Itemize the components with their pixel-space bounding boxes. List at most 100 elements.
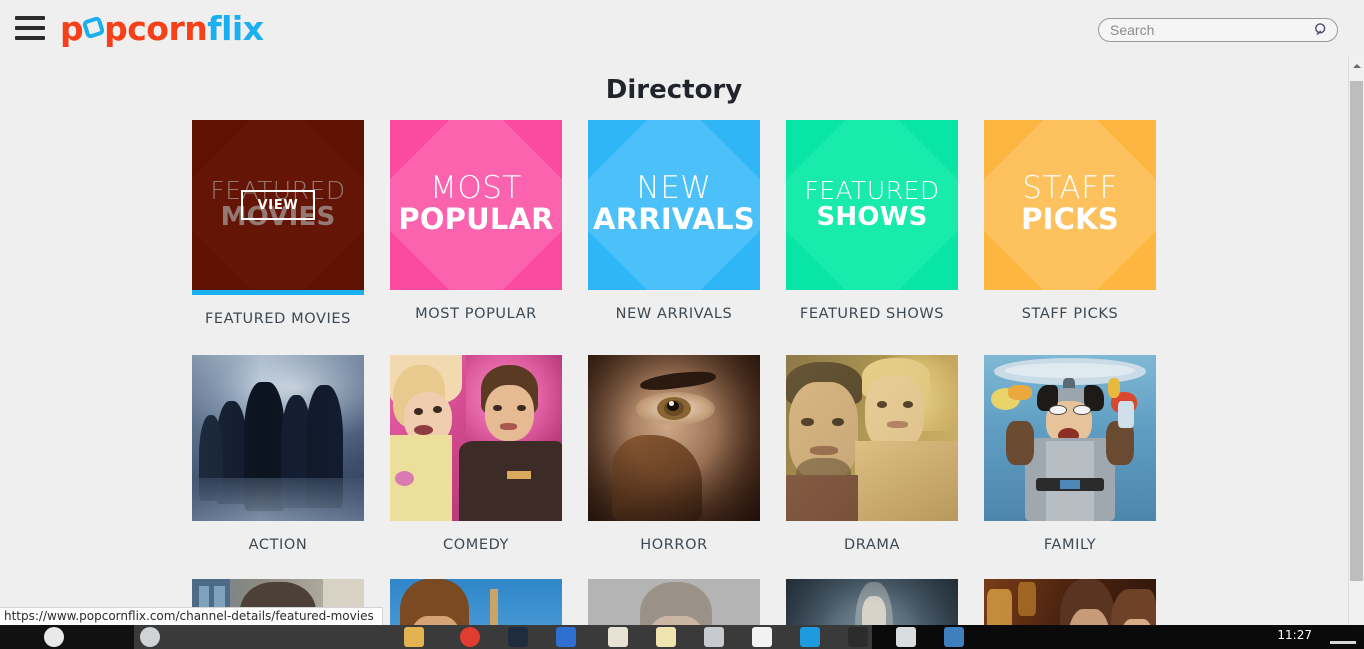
taskbar-app-icon-3[interactable] (355, 627, 375, 647)
channel-card-art: FEATURED SHOWS (786, 120, 958, 290)
genre-artwork-partial-5 (984, 579, 1156, 625)
genre-thumb-partial-2[interactable] (390, 579, 562, 625)
genre-thumb-drama[interactable] (786, 355, 958, 521)
genre-artwork-action (192, 355, 364, 521)
genre-cell-drama[interactable]: DRAMA (773, 355, 971, 553)
genre-thumb-horror[interactable] (588, 355, 760, 521)
channel-cell-featured-movies[interactable]: FEATURED MOVIES VIEW FEATURED MOVIES (179, 120, 377, 327)
genre-cell-partial-5[interactable] (971, 579, 1169, 625)
genre-cell-action[interactable]: ACTION (179, 355, 377, 553)
genre-label[interactable]: ACTION (249, 537, 308, 553)
channel-card-text: MOST POPULAR (390, 173, 562, 234)
taskbar-app-icon-9[interactable] (656, 627, 676, 647)
scroll-up-arrow-icon[interactable] (1349, 57, 1364, 74)
os-taskbar[interactable]: 11:27 (0, 625, 1364, 649)
channel-label[interactable]: FEATURED SHOWS (800, 306, 944, 322)
card-line1: NEW (636, 170, 712, 207)
genre-thumb-partial-3[interactable] (588, 579, 760, 625)
card-line2: PICKS (1021, 201, 1119, 236)
genre-artwork-partial-3 (588, 579, 760, 625)
channel-cell-most-popular[interactable]: MOST POPULAR VIEW MOST POPULAR (377, 120, 575, 327)
channel-label[interactable]: STAFF PICKS (1022, 306, 1119, 322)
card-line2: POPULAR (398, 201, 554, 236)
channel-cell-staff-picks[interactable]: STAFF PICKS VIEW STAFF PICKS (971, 120, 1169, 327)
show-desktop-button[interactable] (1330, 641, 1356, 644)
genre-label[interactable]: HORROR (640, 537, 708, 553)
taskbar-app-icon-14[interactable] (896, 627, 916, 647)
genre-label[interactable]: DRAMA (844, 537, 900, 553)
genre-thumb-partial-5[interactable] (984, 579, 1156, 625)
genre-thumb-action[interactable] (192, 355, 364, 521)
genre-label[interactable]: FAMILY (1044, 537, 1096, 553)
genre-thumb-family[interactable] (984, 355, 1156, 521)
channel-card-text: STAFF PICKS (984, 173, 1156, 234)
channel-card-art: MOST POPULAR (390, 120, 562, 290)
page-content: Directory FEATURED MOVIES VIEW FEATURED … (0, 57, 1348, 625)
taskbar-app-icon-13[interactable] (848, 627, 868, 647)
channel-card-art: NEW ARRIVALS (588, 120, 760, 290)
card-line2: SHOWS (816, 201, 928, 232)
taskbar-app-icon-15[interactable] (944, 627, 964, 647)
card-line1: FEATURED (804, 175, 940, 205)
search-icon[interactable] (1313, 22, 1330, 39)
genre-artwork-horror (588, 355, 760, 521)
status-bar-url: https://www.popcornflix.com/channel-deta… (0, 607, 383, 625)
channel-grid: FEATURED MOVIES VIEW FEATURED MOVIES MOS… (179, 120, 1169, 345)
browser-page-header: p pcornflix (0, 0, 1364, 57)
channel-label[interactable]: MOST POPULAR (415, 306, 537, 322)
hover-underline (192, 290, 364, 295)
genre-cell-comedy[interactable]: COMEDY (377, 355, 575, 553)
search-box[interactable] (1098, 18, 1338, 42)
hamburger-bar (15, 26, 45, 30)
logo-text-part3: flix (207, 9, 264, 48)
genre-artwork-partial-4 (786, 579, 958, 625)
genre-cell-partial-2[interactable] (377, 579, 575, 625)
taskbar-app-icon-11[interactable] (752, 627, 772, 647)
taskbar-app-icon-10[interactable] (704, 627, 724, 647)
hamburger-menu-icon[interactable] (15, 16, 45, 40)
genre-cell-horror[interactable]: HORROR (575, 355, 773, 553)
channel-label[interactable]: FEATURED MOVIES (205, 311, 351, 327)
genre-artwork-comedy (390, 355, 562, 521)
channel-thumb-staff-picks[interactable]: STAFF PICKS VIEW (984, 120, 1156, 290)
card-line1: STAFF (1022, 170, 1118, 207)
page-title: Directory (605, 75, 743, 105)
channel-card-text: NEW ARRIVALS (588, 173, 760, 234)
channel-cell-new-arrivals[interactable]: NEW ARRIVALS VIEW NEW ARRIVALS (575, 120, 773, 327)
taskbar-app-icon-5[interactable] (460, 627, 480, 647)
genre-cell-partial-3[interactable] (575, 579, 773, 625)
channel-thumb-most-popular[interactable]: MOST POPULAR VIEW (390, 120, 562, 290)
popcornflix-logo[interactable]: p pcornflix (60, 9, 264, 49)
taskbar-app-icon-7[interactable] (556, 627, 576, 647)
channel-thumb-new-arrivals[interactable]: NEW ARRIVALS VIEW (588, 120, 760, 290)
taskbar-app-icon-6[interactable] (508, 627, 528, 647)
page-scrollbar[interactable] (1348, 57, 1364, 625)
search-input[interactable] (1110, 19, 1310, 41)
channel-thumb-featured-movies[interactable]: FEATURED MOVIES VIEW (192, 120, 364, 290)
scrollbar-thumb[interactable] (1350, 81, 1363, 581)
genre-cell-family[interactable]: FAMILY (971, 355, 1169, 553)
genre-label[interactable]: COMEDY (443, 537, 509, 553)
genre-grid: ACTION COMEDY HORROR DRAMA FAMILY (179, 355, 1169, 571)
taskbar-clock[interactable]: 11:27 (1277, 628, 1312, 642)
channel-thumb-featured-shows[interactable]: FEATURED SHOWS VIEW (786, 120, 958, 290)
taskbar-app-icon-1[interactable] (44, 627, 64, 647)
taskbar-app-icon-4[interactable] (404, 627, 424, 647)
genre-artwork-partial-2 (390, 579, 562, 625)
taskbar-app-icon-8[interactable] (608, 627, 628, 647)
taskbar-app-icon-2[interactable] (140, 627, 160, 647)
scroll-up-arrow-glyph (1353, 64, 1361, 68)
taskbar-app-icon-12[interactable] (800, 627, 820, 647)
hamburger-bar (15, 36, 45, 40)
card-line1: MOST (430, 170, 522, 207)
hamburger-bar (15, 16, 45, 20)
genre-cell-partial-4[interactable] (773, 579, 971, 625)
logo-text-part1: p (60, 9, 84, 48)
channel-card-art: STAFF PICKS (984, 120, 1156, 290)
channel-label[interactable]: NEW ARRIVALS (616, 306, 733, 322)
view-button[interactable]: VIEW (241, 190, 315, 220)
channel-cell-featured-shows[interactable]: FEATURED SHOWS VIEW FEATURED SHOWS (773, 120, 971, 327)
genre-thumb-partial-4[interactable] (786, 579, 958, 625)
genre-thumb-comedy[interactable] (390, 355, 562, 521)
taskbar-left-section (0, 625, 134, 649)
